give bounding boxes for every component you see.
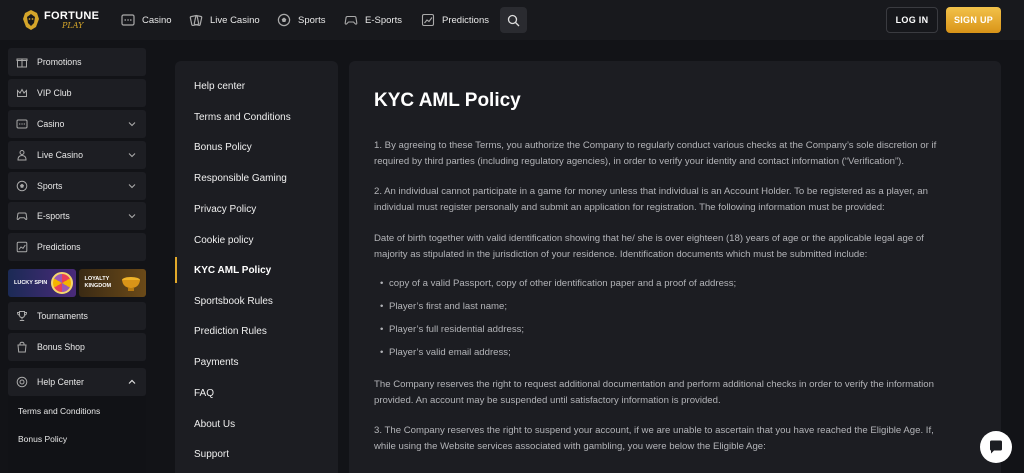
help-nav-terms[interactable]: Terms and Conditions <box>194 112 291 123</box>
paragraph-2: 2. An individual cannot participate in a… <box>374 186 928 213</box>
active-indicator <box>175 257 177 283</box>
paragraph-4: The Company reserves the right to reques… <box>374 379 934 406</box>
chat-bubble-icon <box>990 440 1002 454</box>
nav-label: E-Sports <box>365 14 402 26</box>
chevron-down-icon <box>128 214 136 219</box>
chart-icon <box>16 241 28 253</box>
list-item: copy of a valid Passport, copy of other … <box>380 278 736 289</box>
sidebar-item-bonus-shop[interactable]: Bonus Shop <box>8 333 146 361</box>
sidebar-item-tournaments[interactable]: Tournaments <box>8 302 146 330</box>
nav-esports[interactable]: E-Sports <box>344 9 402 31</box>
help-nav-faq[interactable]: FAQ <box>194 388 214 399</box>
help-center-submenu: Terms and Conditions Bonus Policy <box>8 396 146 473</box>
nav-label: Sports <box>298 14 326 26</box>
sidebar-item-promotions[interactable]: Promotions <box>8 48 146 76</box>
sidebar-label: Sports <box>37 181 63 191</box>
paragraph-1: 1. By agreeing to these Terms, you autho… <box>374 140 937 167</box>
chevron-up-icon <box>128 379 136 384</box>
promo-banners: LUCKY SPIN LOYALTY KINGDOM <box>8 269 146 297</box>
loyalty-kingdom-banner[interactable]: LOYALTY KINGDOM <box>78 269 146 297</box>
lifebuoy-icon <box>16 376 28 388</box>
help-nav-payments[interactable]: Payments <box>194 357 238 368</box>
slot-machine-icon <box>121 14 135 26</box>
page-title: KYC AML Policy <box>374 90 521 111</box>
sidebar-item-predictions[interactable]: Predictions <box>8 233 146 261</box>
sidebar-label: Promotions <box>37 57 82 67</box>
dealer-icon <box>189 14 203 27</box>
sidebar-label: Help Center <box>37 377 84 387</box>
slot-machine-icon <box>16 119 28 129</box>
sidebar-item-esports[interactable]: E-sports <box>8 202 146 230</box>
help-nav-kyc-aml-policy[interactable]: KYC AML Policy <box>194 265 271 276</box>
sidebar-label: Bonus Shop <box>37 342 85 352</box>
brand-name: FORTUNE <box>44 9 100 22</box>
policy-content: KYC AML Policy 1. By agreeing to these T… <box>349 61 1001 473</box>
nav-live-casino[interactable]: Live Casino <box>189 9 260 31</box>
help-nav-about-us[interactable]: About Us <box>194 419 235 430</box>
list-item: Player’s first and last name; <box>380 301 507 312</box>
help-nav-responsible-gaming[interactable]: Responsible Gaming <box>194 173 287 184</box>
search-button[interactable] <box>500 7 527 33</box>
chart-icon <box>421 13 435 27</box>
chevron-down-icon <box>128 184 136 189</box>
help-nav-privacy-policy[interactable]: Privacy Policy <box>194 204 256 215</box>
search-icon <box>507 14 520 26</box>
lucky-spin-label: LUCKY SPIN <box>14 280 48 286</box>
sidebar-item-vip-club[interactable]: VIP Club <box>8 79 146 107</box>
sidebar-label: Casino <box>37 119 65 129</box>
help-navigation: Help center Terms and Conditions Bonus P… <box>175 61 338 473</box>
help-nav-bonus-policy[interactable]: Bonus Policy <box>194 142 252 153</box>
nav-predictions[interactable]: Predictions <box>421 9 489 31</box>
list-item: Player’s valid email address; <box>380 347 511 358</box>
nav-label: Predictions <box>442 14 489 26</box>
trophy-icon <box>16 311 28 321</box>
brand-subname: PLAY <box>62 20 84 30</box>
loyalty-kingdom-label: LOYALTY KINGDOM <box>84 276 112 289</box>
sidebar-label: VIP Club <box>37 88 72 98</box>
crown-icon <box>17 88 27 97</box>
gamepad-icon <box>16 212 28 220</box>
nav-label: Casino <box>142 14 172 26</box>
help-nav-support[interactable]: Support <box>194 449 229 460</box>
nav-sports[interactable]: Sports <box>277 9 325 31</box>
gamepad-icon <box>344 15 358 25</box>
brand-logo[interactable]: FORTUNE PLAY <box>22 6 102 34</box>
signup-button[interactable]: SIGN UP <box>946 7 1001 33</box>
list-item: Player’s full residential address; <box>380 324 524 335</box>
help-nav-prediction-rules[interactable]: Prediction Rules <box>194 326 267 337</box>
login-button[interactable]: LOG IN <box>886 7 938 33</box>
nav-label: Live Casino <box>210 14 260 26</box>
sidebar-item-live-casino[interactable]: Live Casino <box>8 141 146 169</box>
lucky-spin-banner[interactable]: LUCKY SPIN <box>8 269 76 297</box>
paragraph-3: Date of birth together with valid identi… <box>374 233 924 260</box>
help-nav-sportsbook-rules[interactable]: Sportsbook Rules <box>194 296 273 307</box>
sidebar-item-sports[interactable]: Sports <box>8 172 146 200</box>
help-nav-help-center[interactable]: Help center <box>194 81 245 92</box>
golden-cup-icon <box>122 277 140 291</box>
sidebar-label: Predictions <box>37 242 81 252</box>
soccer-ball-icon <box>16 180 28 192</box>
help-nav-cookie-policy[interactable]: Cookie policy <box>194 235 253 246</box>
submenu-item-bonus-policy[interactable]: Bonus Policy <box>18 434 67 444</box>
top-navbar: FORTUNE PLAY Casino Live Casino Sports E… <box>0 0 1024 40</box>
wheel-icon <box>50 272 73 294</box>
sidebar-label: E-sports <box>37 211 70 221</box>
shopping-bag-icon <box>17 341 27 353</box>
chevron-down-icon <box>128 122 136 127</box>
submenu-item-terms[interactable]: Terms and Conditions <box>18 406 100 416</box>
soccer-ball-icon <box>277 13 291 27</box>
chevron-down-icon <box>128 153 136 158</box>
gift-icon <box>16 58 28 68</box>
sidebar-label: Tournaments <box>37 311 88 321</box>
nav-casino[interactable]: Casino <box>121 9 172 31</box>
paragraph-5: 3. The Company reserves the right to sus… <box>374 425 934 452</box>
lion-logo-icon <box>23 10 39 30</box>
sidebar-item-casino[interactable]: Casino <box>8 110 146 138</box>
sidebar-item-help-center[interactable]: Help Center <box>8 368 146 396</box>
dealer-icon <box>17 150 27 161</box>
sidebar-label: Live Casino <box>37 150 83 160</box>
live-chat-button[interactable] <box>980 431 1012 463</box>
